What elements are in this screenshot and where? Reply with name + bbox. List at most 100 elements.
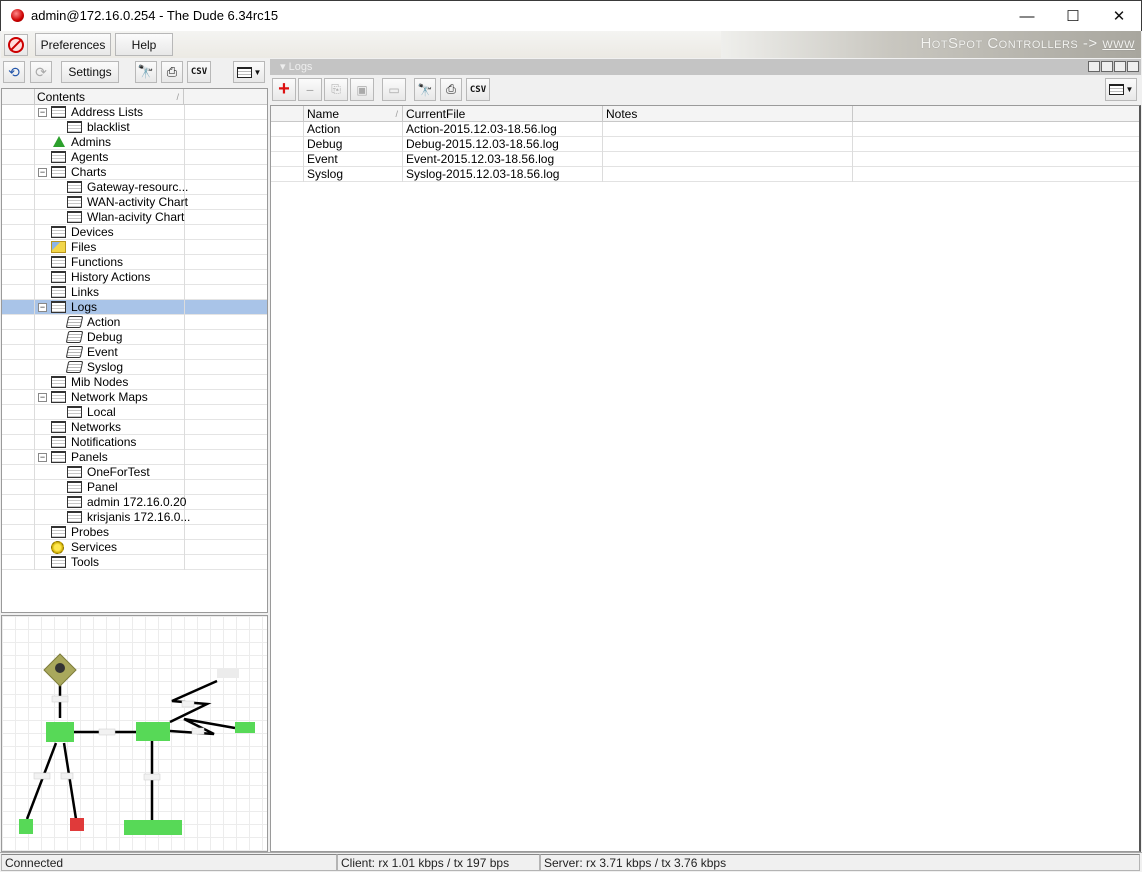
gear-icon (51, 541, 64, 554)
tree-item[interactable]: Links (2, 285, 267, 300)
collapse-icon[interactable]: − (38, 453, 47, 462)
tree-item[interactable]: Gateway-resourc... (2, 180, 267, 195)
tree-item[interactable]: Probes (2, 525, 267, 540)
table-icon (51, 301, 66, 313)
copy-button[interactable]: ⎘ (324, 78, 348, 101)
tree-item[interactable]: WAN-activity Chart (2, 195, 267, 210)
settings-button[interactable]: Settings (61, 61, 119, 83)
tree-column-divider (184, 120, 185, 135)
cell-current-file: Syslog-2015.12.03-18.56.log (402, 167, 602, 182)
tree-item[interactable]: Syslog (2, 360, 267, 375)
disconnect-button[interactable] (4, 34, 28, 56)
folder-icon (51, 241, 66, 253)
cell-current-file: Event-2015.12.03-18.56.log (402, 152, 602, 167)
tree-item[interactable]: Admins (2, 135, 267, 150)
layout-stacked-icon[interactable] (1127, 61, 1139, 72)
tree-gutter (34, 390, 35, 405)
network-map-canvas (19, 653, 255, 835)
table-row[interactable]: Syslog Syslog-2015.12.03-18.56.log (271, 167, 1139, 182)
layout-horizontal-icon[interactable] (1114, 61, 1126, 72)
comment-button[interactable]: ▭ (382, 78, 406, 101)
tree-item[interactable]: Services (2, 540, 267, 555)
collapse-icon[interactable]: − (38, 393, 47, 402)
csv-export-button[interactable]: CSV (187, 61, 211, 83)
tree-item[interactable]: Files (2, 240, 267, 255)
layout-single-icon[interactable] (1088, 61, 1100, 72)
columns-menu-button[interactable]: ▼ (1105, 78, 1137, 101)
network-map-preview[interactable] (1, 615, 268, 852)
column-header-name[interactable]: Name / (303, 106, 402, 122)
tree-item[interactable]: − Charts (2, 165, 267, 180)
table-row[interactable]: Action Action-2015.12.03-18.56.log (271, 122, 1139, 137)
help-button[interactable]: Help (115, 33, 173, 56)
disconnect-icon (8, 37, 24, 53)
collapse-icon[interactable]: − (38, 108, 47, 117)
columns-menu-button[interactable]: ▼ (233, 61, 265, 83)
find-button[interactable]: 🔭 (414, 78, 436, 101)
csv-export-button[interactable]: CSV (466, 78, 490, 101)
tree-item[interactable]: Agents (2, 150, 267, 165)
column-header-contents[interactable]: Contents / (34, 89, 184, 105)
minimize-button[interactable]: — (1004, 1, 1050, 31)
tree-gutter (34, 180, 35, 195)
add-button[interactable]: + (272, 78, 296, 101)
maximize-button[interactable]: ☐ (1050, 1, 1096, 31)
tree-item[interactable]: History Actions (2, 270, 267, 285)
collapse-icon[interactable]: − (38, 303, 47, 312)
column-header-current-file[interactable]: CurrentFile (402, 106, 602, 122)
layout-vertical-icon[interactable] (1101, 61, 1113, 72)
close-button[interactable]: ✕ (1096, 1, 1142, 31)
tree-item[interactable]: Event (2, 345, 267, 360)
collapse-icon[interactable]: − (38, 168, 47, 177)
table-icon (51, 151, 66, 163)
tree-item[interactable]: Local (2, 405, 267, 420)
tree-item[interactable]: Wlan-acivity Chart (2, 210, 267, 225)
minus-icon: − (305, 81, 315, 98)
remove-button[interactable]: − (298, 78, 322, 101)
tree-item[interactable]: Tools (2, 555, 267, 570)
chevron-down-icon: ▼ (253, 67, 262, 77)
tree-item[interactable]: − Network Maps (2, 390, 267, 405)
connection-status: Connected (1, 854, 337, 871)
tree-item-label: Admins (71, 135, 112, 149)
tree-item[interactable]: krisjanis 172.16.0... (2, 510, 267, 525)
preferences-button[interactable]: Preferences (35, 33, 111, 56)
tree-item[interactable]: blacklist (2, 120, 267, 135)
tree-item[interactable]: Action (2, 315, 267, 330)
table-columns-icon (1108, 84, 1124, 95)
table-icon (51, 436, 66, 448)
tree-item[interactable]: Debug (2, 330, 267, 345)
tree-item[interactable]: − Address Lists (2, 105, 267, 120)
paste-button[interactable]: ▣ (350, 78, 374, 101)
column-header-notes[interactable]: Notes (602, 106, 852, 122)
table-icon (51, 526, 66, 538)
column-label: Name (307, 107, 340, 121)
tree-item[interactable]: Functions (2, 255, 267, 270)
tree-item[interactable]: Notifications (2, 435, 267, 450)
link-label (60, 772, 74, 780)
tree-item[interactable]: − Logs (2, 300, 267, 315)
client-traffic: Client: rx 1.01 kbps / tx 197 bps (337, 854, 540, 871)
map-node-down (70, 818, 84, 831)
table-row[interactable]: Debug Debug-2015.12.03-18.56.log (271, 137, 1139, 152)
tree-item-label: Debug (87, 330, 123, 344)
print-button[interactable]: ⎙ (440, 78, 462, 101)
tree-item[interactable]: − Panels (2, 450, 267, 465)
print-button[interactable]: ⎙ (161, 61, 183, 83)
table-icon (51, 556, 66, 568)
find-button[interactable]: 🔭 (135, 61, 157, 83)
tree-item[interactable]: Networks (2, 420, 267, 435)
undo-button[interactable]: ⟲ (3, 61, 25, 83)
tree-gutter (34, 105, 35, 120)
menu-bar: Preferences Help HotSpot Controllers -> … (1, 31, 1141, 58)
redo-button[interactable]: ⟳ (30, 61, 52, 83)
tree-item[interactable]: Panel (2, 480, 267, 495)
tree-item-label: Local (87, 405, 116, 419)
table-row[interactable]: Event Event-2015.12.03-18.56.log (271, 152, 1139, 167)
tree-item[interactable]: Devices (2, 225, 267, 240)
tree-item-label: OneForTest (87, 465, 150, 479)
tree-item[interactable]: Mib Nodes (2, 375, 267, 390)
tree-item[interactable]: admin 172.16.0.20 (2, 495, 267, 510)
banner-link[interactable]: www (1102, 35, 1135, 52)
tree-item[interactable]: OneForTest (2, 465, 267, 480)
